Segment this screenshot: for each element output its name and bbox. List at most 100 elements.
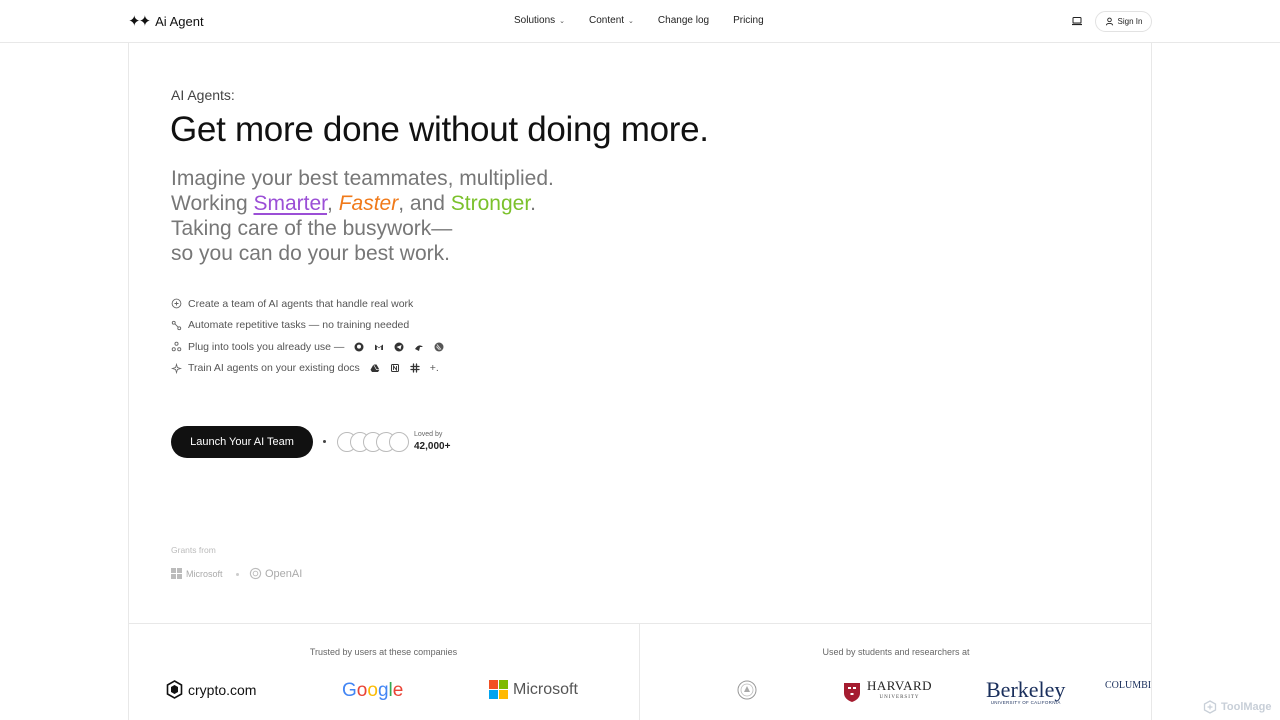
sparkle-logo-icon: ✦✦ [128, 13, 151, 30]
word-faster: Faster [338, 192, 399, 215]
loved-by-label: Loved by [414, 431, 443, 438]
watermark-icon [1203, 700, 1217, 714]
feature-item: Create a team of AI agents that handle r… [171, 293, 444, 315]
google-letter: o [367, 680, 378, 701]
tools-icon [171, 341, 182, 352]
logos-strip [128, 623, 1152, 720]
sub-line-1: Imagine your best teammates, multiplied. [171, 167, 554, 190]
watermark-text: ToolMage [1221, 701, 1272, 713]
nav-pricing[interactable]: Pricing [733, 15, 764, 26]
google-letter: G [342, 680, 357, 701]
google-letter: g [377, 680, 389, 701]
harvard-name: HARVARD [867, 678, 933, 693]
feature-text: Train AI agents on your existing docs [188, 362, 360, 375]
slack-icon [410, 363, 420, 373]
hero-headline: Get more done without doing more. [170, 110, 709, 149]
zapier-icon [415, 345, 424, 351]
nav-solutions-label: Solutions [514, 15, 556, 26]
feature-item: Train AI agents on your existing docs +. [171, 358, 444, 380]
user-icon [1105, 17, 1113, 26]
feature-list: Create a team of AI agents that handle r… [171, 293, 444, 379]
nav-change-log[interactable]: Change log [658, 15, 709, 26]
drive-icon [370, 364, 380, 373]
grant-microsoft-logo: Microsoft [171, 568, 223, 579]
microsoft-icon [171, 568, 182, 579]
grant-openai-logo: OpenAI [249, 567, 302, 580]
feature-text: Create a team of AI agents that handle r… [188, 297, 414, 310]
feature-suffix: +. [429, 362, 439, 375]
watermark: ToolMage [1203, 700, 1272, 714]
sub-line-3: Taking care of the busywork— [171, 217, 453, 240]
microsoft-icon [489, 680, 508, 699]
companies-label: Trusted by users at these companies [309, 647, 458, 657]
feature-item: Plug into tools you already use — [171, 336, 444, 358]
harvard-shield-icon [844, 682, 860, 702]
berkeley-name: Berkeley [986, 677, 1066, 702]
harvard-sub: UNIVERSITY [879, 695, 920, 700]
crypto-shield-icon [166, 680, 183, 699]
columbia-logo: COLUMBIA [1101, 680, 1151, 691]
chevron-down-icon: ⌄ [559, 17, 566, 25]
openai-icon [249, 567, 262, 580]
sub-line-2-prefix: Working [171, 192, 254, 215]
nav-solutions[interactable]: Solutions ⌄ [514, 15, 565, 26]
telegram-icon [394, 342, 404, 352]
hero-subheadline: Imagine your best teammates, multiplied.… [171, 166, 554, 266]
grant-openai-name: OpenAI [265, 567, 303, 580]
crypto-com-name: crypto.com [188, 681, 257, 698]
separator-dot [323, 440, 326, 443]
gmail-icon [375, 344, 384, 350]
grants-label: Grants from [171, 545, 216, 555]
google-letter: o [356, 680, 368, 701]
grant-microsoft-name: Microsoft [186, 568, 223, 579]
microsoft-name: Microsoft [513, 680, 578, 698]
berkeley-sub: UNIVERSITY OF CALIFORNIA [990, 700, 1061, 705]
loved-by-count: 42,000+ [414, 441, 451, 452]
harvard-logo: HARVARD UNIVERSITY [843, 678, 933, 704]
sign-in-label: Sign In [1117, 17, 1143, 26]
sub-line-2: Working Smarter, Faster, and Stronger. [171, 191, 554, 216]
word-smarter: Smarter [253, 192, 328, 215]
schools-label: Used by students and researchers at [822, 647, 970, 657]
workflow-icon [171, 320, 182, 330]
seal-icon [737, 680, 757, 700]
nav-pricing-label: Pricing [733, 15, 764, 26]
crypto-com-logo: crypto.com [166, 680, 256, 699]
strip-divider [639, 623, 640, 720]
brand-logo[interactable]: ✦✦ Ai Agent [128, 12, 204, 30]
sign-in-button[interactable]: Sign In [1095, 11, 1152, 32]
separator-dot [236, 573, 239, 576]
site-header: ✦✦ Ai Agent Solutions ⌄ Content ⌄ Change… [0, 0, 1280, 43]
google-letter: e [392, 680, 404, 701]
main-nav: Solutions ⌄ Content ⌄ Change log Pricing [514, 15, 788, 26]
laptop-icon[interactable] [1071, 15, 1083, 27]
chevron-down-icon: ⌄ [628, 17, 634, 25]
word-stronger: Stronger [450, 192, 531, 215]
github-icon [354, 342, 364, 352]
nav-content[interactable]: Content ⌄ [589, 15, 634, 26]
google-logo: Google [342, 680, 403, 702]
hero-kicker: AI Agents: [171, 87, 235, 103]
plus-circle-icon [171, 298, 182, 309]
university-seal-logo [737, 680, 757, 700]
notion-icon [434, 342, 444, 352]
notion-icon [390, 364, 399, 373]
brand-name: Ai Agent [155, 13, 204, 29]
columbia-name: COLUMBIA [1105, 680, 1151, 691]
avatar [389, 432, 409, 452]
comma: , [327, 192, 333, 215]
microsoft-logo: Microsoft [489, 680, 578, 699]
avatar-stack [337, 432, 413, 452]
launch-team-button[interactable]: Launch Your AI Team [171, 426, 313, 458]
feature-text: Automate repetitive tasks — no training … [188, 319, 410, 332]
nav-change-log-label: Change log [657, 15, 710, 26]
berkeley-logo: Berkeley UNIVERSITY OF CALIFORNIA [986, 677, 1066, 706]
period: . [530, 192, 536, 215]
sub-line-4: so you can do your best work. [171, 242, 450, 265]
harvard-wordmark: HARVARD UNIVERSITY [867, 678, 933, 704]
feature-item: Automate repetitive tasks — no training … [171, 315, 444, 337]
sparkle-icon [171, 362, 182, 374]
and-text: , and [398, 192, 451, 215]
feature-text: Plug into tools you already use — [188, 340, 345, 353]
nav-content-label: Content [589, 15, 625, 26]
